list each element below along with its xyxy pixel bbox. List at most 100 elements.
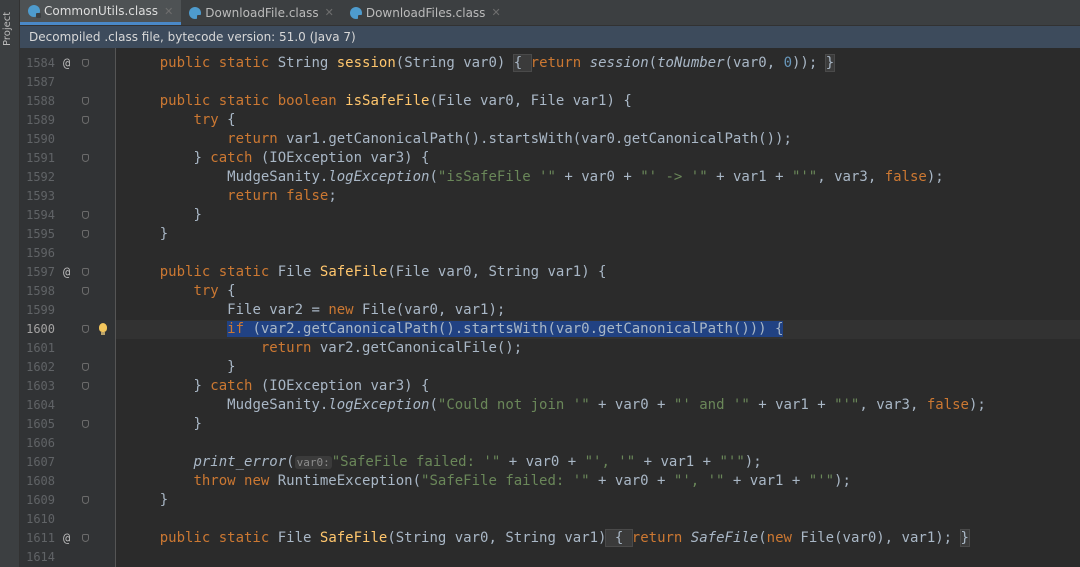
code-line[interactable]: 1598 try { — [20, 282, 1080, 301]
code-line[interactable]: 1609 } — [20, 491, 1080, 510]
keyword: return — [260, 340, 320, 356]
lightbulb-icon[interactable] — [99, 323, 107, 335]
code-line[interactable]: 1594 } — [20, 206, 1080, 225]
fold-icon[interactable] — [82, 496, 89, 504]
line-number: 1599 — [26, 303, 55, 317]
type-name: File — [277, 264, 320, 280]
code-text: MudgeSanity.logException("Could not join… — [126, 396, 986, 415]
code-line[interactable]: 1614 — [20, 548, 1080, 567]
code-line[interactable]: 1593 return false; — [20, 187, 1080, 206]
code-token: + var1 + — [635, 454, 720, 470]
class-file-icon — [189, 6, 203, 20]
line-number: 1604 — [26, 398, 55, 412]
code-token: } — [227, 359, 236, 375]
code-line[interactable]: 1602 } — [20, 358, 1080, 377]
code-text: } — [126, 491, 168, 510]
string-literal: "' -> '" — [640, 169, 708, 185]
code-text: } — [126, 225, 168, 244]
code-token: + var0 + — [589, 397, 674, 413]
line-number: 1594 — [26, 208, 55, 222]
code-line[interactable]: 1587 — [20, 73, 1080, 92]
tab-label: DownloadFile.class — [205, 5, 319, 20]
decompiled-banner: Decompiled .class file, bytecode version… — [20, 26, 1080, 48]
fold-icon[interactable] — [82, 268, 89, 276]
annotation-marker[interactable]: @ — [63, 263, 70, 282]
code-token: ( — [286, 454, 295, 470]
code-line[interactable]: 1591 } catch (IOException var3) { — [20, 149, 1080, 168]
close-icon[interactable]: ✕ — [325, 6, 334, 19]
line-number: 1596 — [26, 246, 55, 260]
string-literal: "'" — [719, 454, 745, 470]
param-hint: var0: — [294, 456, 332, 469]
code-line[interactable]: 1592 MudgeSanity.logException("isSafeFil… — [20, 168, 1080, 187]
fold-icon[interactable] — [82, 287, 89, 295]
params: (File var0, File var1) { — [429, 93, 632, 109]
code-line[interactable]: 1603 } catch (IOException var3) { — [20, 377, 1080, 396]
method-name: SafeFile — [319, 530, 388, 546]
code-token: ( — [429, 169, 438, 185]
code-line[interactable]: 1584 @ public static String session(Strin… — [20, 54, 1080, 73]
line-number: 1584 — [26, 56, 55, 70]
code-token: ( — [648, 55, 658, 71]
fold-icon[interactable] — [82, 420, 89, 428]
close-icon[interactable]: ✕ — [491, 6, 500, 19]
fold-icon[interactable] — [82, 230, 89, 238]
code-line[interactable]: 1588 public static boolean isSafeFile(Fi… — [20, 92, 1080, 111]
fold-icon[interactable] — [82, 59, 89, 67]
code-line[interactable]: 1604 MudgeSanity.logException("Could not… — [20, 396, 1080, 415]
class-file-icon — [349, 6, 363, 20]
method-call: session — [589, 55, 649, 71]
code-line[interactable]: 1611 @ public static File SafeFile(String… — [20, 529, 1080, 548]
code-line[interactable]: 1599 File var2 = new File(var0, var1); — [20, 301, 1080, 320]
string-literal: "', '" — [584, 454, 636, 470]
fold-icon[interactable] — [82, 325, 89, 333]
tab-commonutils[interactable]: CommonUtils.class ✕ — [20, 0, 182, 25]
code-line[interactable]: 1597 @ public static File SafeFile(File v… — [20, 263, 1080, 282]
code-line[interactable]: 1595 } — [20, 225, 1080, 244]
method-call: toNumber — [657, 55, 725, 71]
type-name: File — [277, 530, 320, 546]
method-call: logException — [328, 169, 430, 185]
fold-icon[interactable] — [82, 97, 89, 105]
fold-icon[interactable] — [82, 363, 89, 371]
code-text: print_error(var0: "SafeFile failed: '" + … — [126, 453, 761, 472]
fold-icon[interactable] — [82, 154, 89, 162]
annotation-marker[interactable]: @ — [63, 529, 70, 548]
project-label: Project — [2, 11, 13, 46]
code-line[interactable]: 1590 return var1.getCanonicalPath().star… — [20, 130, 1080, 149]
tab-downloadfile[interactable]: DownloadFile.class ✕ — [181, 0, 342, 25]
fold-icon[interactable] — [82, 382, 89, 390]
annotation-marker[interactable]: @ — [63, 54, 70, 73]
fold-icon[interactable] — [82, 534, 89, 542]
code-line[interactable]: 1589 try { — [20, 111, 1080, 130]
project-tool-window-button[interactable]: Project — [2, 6, 17, 56]
string-literal: "isSafeFile '" — [437, 169, 556, 185]
code-line[interactable]: 1605 } — [20, 415, 1080, 434]
close-icon[interactable]: ✕ — [164, 5, 173, 18]
code-line[interactable]: 1606 — [20, 434, 1080, 453]
code-token: File var2 = — [227, 302, 329, 318]
fold-icon[interactable] — [82, 116, 89, 124]
code-token: RuntimeException( — [277, 473, 422, 489]
code-token: (var2.getCanonicalPath().startsWith(var0… — [252, 321, 784, 337]
code-line[interactable]: 1600 if (var2.getCanonicalPath().startsW… — [20, 320, 1080, 339]
code-token: File(var0), var1); — [800, 530, 961, 546]
code-line[interactable]: 1601 return var2.getCanonicalFile(); — [20, 339, 1080, 358]
code-text: public static String session(String var0… — [126, 54, 836, 73]
code-token: } — [193, 150, 211, 166]
code-line[interactable]: 1610 — [20, 510, 1080, 529]
code-token: , var3, — [859, 397, 927, 413]
code-line[interactable]: 1607 print_error(var0: "SafeFile failed: … — [20, 453, 1080, 472]
code-token: { — [227, 112, 236, 128]
code-editor[interactable]: 1584 @ public static String session(Strin… — [20, 48, 1080, 567]
tab-downloadfiles[interactable]: DownloadFiles.class ✕ — [342, 0, 509, 25]
code-line[interactable]: 1596 — [20, 244, 1080, 263]
keyword: new — [328, 302, 363, 318]
code-line[interactable]: 1608 throw new RuntimeException("SafeFil… — [20, 472, 1080, 491]
string-literal: "SafeFile failed: '" — [421, 473, 590, 489]
line-number: 1606 — [26, 436, 55, 450]
code-token: } — [159, 226, 169, 242]
fold-icon[interactable] — [82, 211, 89, 219]
keyword: if — [227, 321, 253, 337]
line-number: 1588 — [26, 94, 55, 108]
